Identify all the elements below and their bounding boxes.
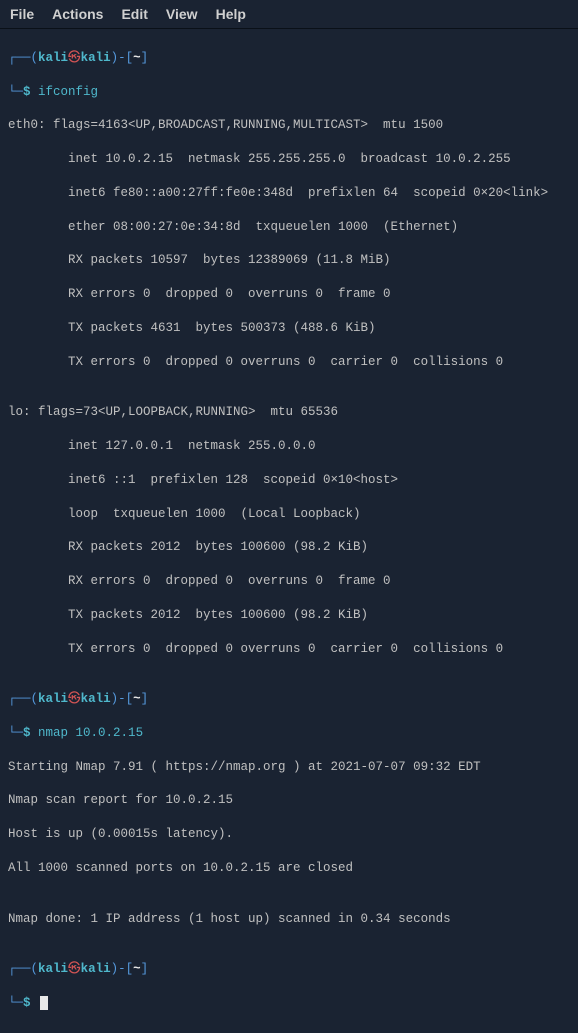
prompt-2-bottom: └─$ nmap 10.0.2.15: [8, 725, 570, 742]
ifconfig-output-line: inet6 ::1 prefixlen 128 scopeid 0×10<hos…: [8, 472, 570, 489]
ifconfig-output-line: TX errors 0 dropped 0 overruns 0 carrier…: [8, 641, 570, 658]
terminal-area[interactable]: ┌──(kali㉿kali)-[~] └─$ ifconfig eth0: fl…: [0, 29, 578, 1033]
ifconfig-output-line: lo: flags=73<UP,LOOPBACK,RUNNING> mtu 65…: [8, 404, 570, 421]
prompt-1-top: ┌──(kali㉿kali)-[~]: [8, 50, 570, 67]
ifconfig-output-line: loop txqueuelen 1000 (Local Loopback): [8, 506, 570, 523]
prompt-2-top: ┌──(kali㉿kali)-[~]: [8, 691, 570, 708]
at-icon: ㉿: [68, 692, 81, 706]
nmap-output-line: Starting Nmap 7.91 ( https://nmap.org ) …: [8, 759, 570, 776]
prompt-path: ~: [133, 51, 141, 65]
ifconfig-output-line: TX errors 0 dropped 0 overruns 0 carrier…: [8, 354, 570, 371]
command-ifconfig: ifconfig: [38, 85, 98, 99]
menu-edit[interactable]: Edit: [121, 6, 147, 22]
ifconfig-output-line: inet 127.0.0.1 netmask 255.0.0.0: [8, 438, 570, 455]
command-nmap: nmap 10.0.2.15: [38, 726, 143, 740]
prompt-3-bottom[interactable]: └─$: [8, 995, 570, 1012]
nmap-output-line: Nmap scan report for 10.0.2.15: [8, 792, 570, 809]
at-icon: ㉿: [68, 962, 81, 976]
ifconfig-output-line: RX packets 10597 bytes 12389069 (11.8 Mi…: [8, 252, 570, 269]
cursor-icon: [40, 996, 48, 1010]
nmap-output-line: All 1000 scanned ports on 10.0.2.15 are …: [8, 860, 570, 877]
prompt-1-bottom: └─$ ifconfig: [8, 84, 570, 101]
prompt-3-top: ┌──(kali㉿kali)-[~]: [8, 961, 570, 978]
prompt-user: kali: [38, 51, 68, 65]
ifconfig-output-line: eth0: flags=4163<UP,BROADCAST,RUNNING,MU…: [8, 117, 570, 134]
prompt-host: kali: [81, 51, 111, 65]
menubar: File Actions Edit View Help: [0, 0, 578, 29]
ifconfig-output-line: TX packets 4631 bytes 500373 (488.6 KiB): [8, 320, 570, 337]
menu-view[interactable]: View: [166, 6, 198, 22]
ifconfig-output-line: RX errors 0 dropped 0 overruns 0 frame 0: [8, 286, 570, 303]
prompt-symbol: $: [23, 85, 31, 99]
menu-actions[interactable]: Actions: [52, 6, 103, 22]
ifconfig-output-line: RX packets 2012 bytes 100600 (98.2 KiB): [8, 539, 570, 556]
menu-help[interactable]: Help: [216, 6, 246, 22]
ifconfig-output-line: TX packets 2012 bytes 100600 (98.2 KiB): [8, 607, 570, 624]
ifconfig-output-line: RX errors 0 dropped 0 overruns 0 frame 0: [8, 573, 570, 590]
nmap-output-line: Nmap done: 1 IP address (1 host up) scan…: [8, 911, 570, 928]
at-icon: ㉿: [68, 51, 81, 65]
nmap-output-line: Host is up (0.00015s latency).: [8, 826, 570, 843]
menu-file[interactable]: File: [10, 6, 34, 22]
ifconfig-output-line: inet6 fe80::a00:27ff:fe0e:348d prefixlen…: [8, 185, 570, 202]
ifconfig-output-line: ether 08:00:27:0e:34:8d txqueuelen 1000 …: [8, 219, 570, 236]
ifconfig-output-line: inet 10.0.2.15 netmask 255.255.255.0 bro…: [8, 151, 570, 168]
